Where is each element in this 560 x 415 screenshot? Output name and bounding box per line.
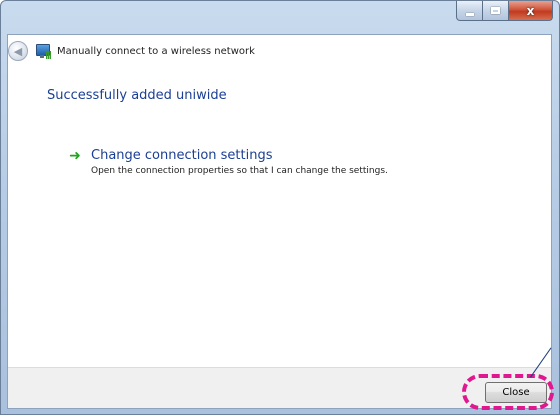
wizard-header: ◀ Manually connect to a wireless network: [8, 40, 255, 62]
wireless-network-icon: [35, 43, 51, 59]
maximize-icon: [491, 7, 500, 14]
minimize-icon: [465, 12, 474, 16]
page-title: Successfully added uniwide: [47, 88, 227, 103]
change-settings-link[interactable]: Change connection settings: [91, 148, 273, 163]
close-button[interactable]: Close: [485, 382, 547, 403]
change-settings-option[interactable]: ➜ Change connection settings Open the co…: [68, 147, 388, 177]
green-arrow-icon: ➜: [69, 147, 81, 164]
change-settings-description: Open the connection properties so that I…: [91, 166, 388, 176]
close-icon: x: [526, 3, 535, 18]
back-arrow-icon: ◀: [13, 44, 23, 58]
maximize-button[interactable]: [483, 1, 509, 21]
wizard-footer: [8, 367, 551, 408]
caption-buttons: x: [456, 1, 553, 21]
back-button[interactable]: ◀: [8, 41, 28, 61]
window-close-button[interactable]: x: [509, 1, 553, 21]
window-title: Manually connect to a wireless network: [57, 45, 255, 57]
minimize-button[interactable]: [456, 1, 483, 21]
